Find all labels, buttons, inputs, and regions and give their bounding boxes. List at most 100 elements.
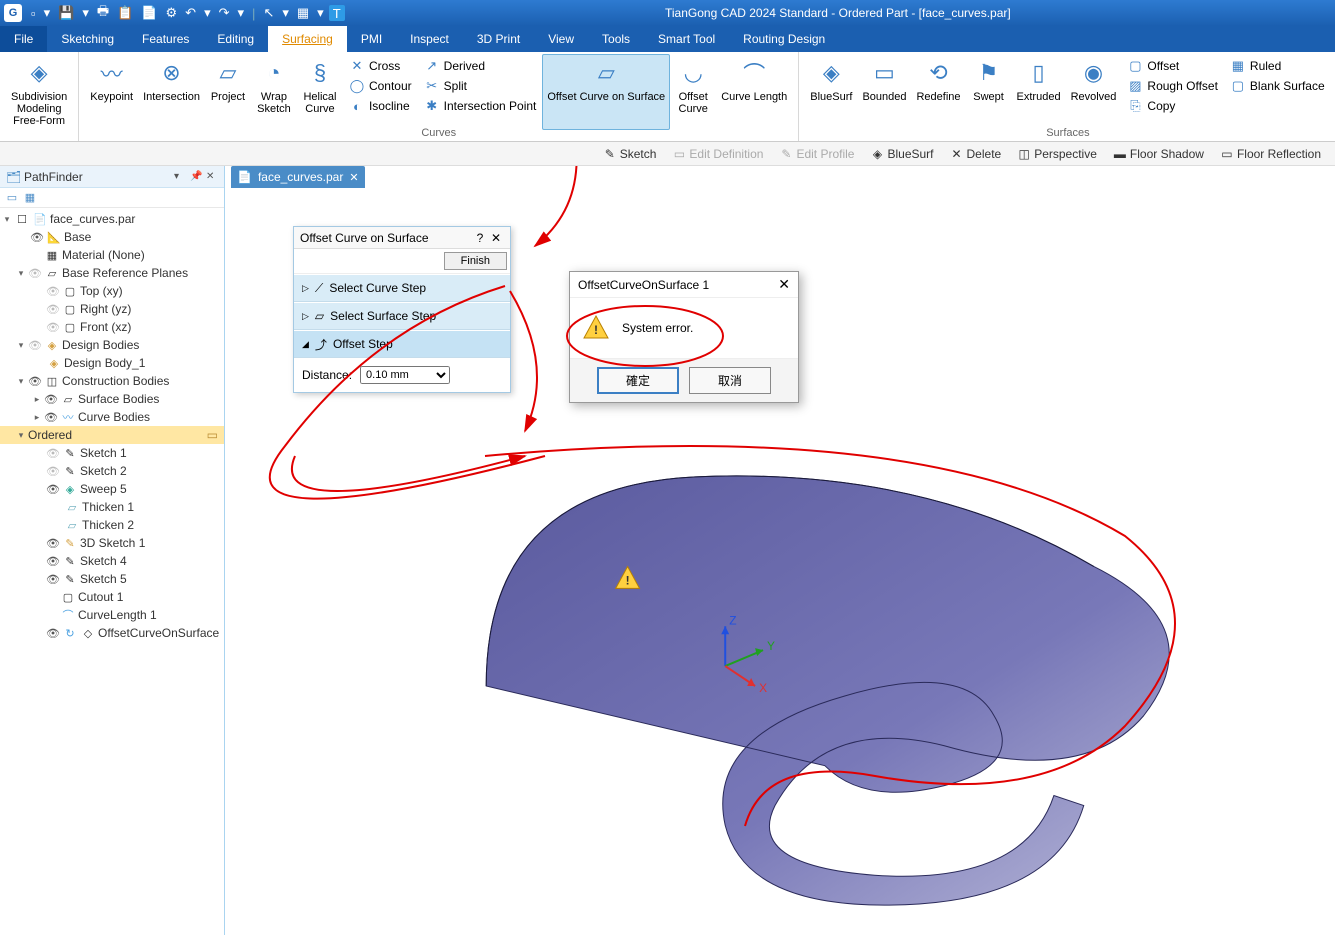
ruled-button[interactable]: ▦Ruled <box>1226 56 1329 76</box>
pf-tb2-icon[interactable]: ▦ <box>22 190 38 206</box>
document-tab[interactable]: 📄 face_curves.par ✕ <box>231 166 365 188</box>
tab-smarttool[interactable]: Smart Tool <box>644 26 729 52</box>
qat-grid-dd-icon[interactable]: ▾ <box>314 3 327 23</box>
tab-pmi[interactable]: PMI <box>347 26 396 52</box>
qat-t-icon[interactable]: T <box>329 5 345 21</box>
viewport[interactable]: 📄 face_curves.par ✕ ! <box>225 166 1335 935</box>
split-button[interactable]: ✂Split <box>420 76 541 96</box>
intersection-point-button[interactable]: ✱Intersection Point <box>420 96 541 116</box>
offset-curve-button[interactable]: ◡Offset Curve <box>670 54 716 130</box>
tree-material[interactable]: ▦Material (None) <box>0 246 224 264</box>
isocline-button[interactable]: ◐Isocline <box>345 96 416 116</box>
tab-sketching[interactable]: Sketching <box>47 26 128 52</box>
qat-save-icon[interactable]: 💾 <box>55 3 77 23</box>
tree-design-body1[interactable]: ◈Design Body_1 <box>0 354 224 372</box>
sub-floor-shadow[interactable]: ▬Floor Shadow <box>1107 145 1210 163</box>
qat-undo-icon[interactable]: ↶ <box>182 3 199 23</box>
tree-thicken2[interactable]: ▱Thicken 2 <box>0 516 224 534</box>
select-curve-step[interactable]: ▷⟋Select Curve Step <box>294 274 510 302</box>
pf-dropdown-icon[interactable]: ▾ <box>174 171 186 183</box>
tree-construction-bodies[interactable]: ▾👁◫Construction Bodies <box>0 372 224 390</box>
tab-features[interactable]: Features <box>128 26 203 52</box>
offset-surf-button[interactable]: ▢Offset <box>1123 56 1222 76</box>
contour-button[interactable]: ◯Contour <box>345 76 416 96</box>
tree-curvelength1[interactable]: ⌒CurveLength 1 <box>0 606 224 624</box>
qat-new-icon[interactable]: ▫ <box>28 4 39 23</box>
pf-tb1-icon[interactable]: ▭ <box>4 190 20 206</box>
dlg-close-icon[interactable]: ✕ <box>778 276 790 293</box>
sub-bluesurf[interactable]: ◈BlueSurf <box>864 145 939 163</box>
tree-3dsketch1[interactable]: 👁✎3D Sketch 1 <box>0 534 224 552</box>
tree-ref-planes[interactable]: ▾👁▱Base Reference Planes <box>0 264 224 282</box>
tree-thicken1[interactable]: ▱Thicken 1 <box>0 498 224 516</box>
tree-top-xy[interactable]: 👁▢Top (xy) <box>0 282 224 300</box>
tree-root[interactable]: ▾☐📄face_curves.par <box>0 210 224 228</box>
sub-floor-reflection[interactable]: ▭Floor Reflection <box>1214 145 1327 163</box>
tree-ordered[interactable]: ▾Ordered▭ <box>0 426 224 444</box>
keypoint-button[interactable]: 〰Keypoint <box>85 54 138 130</box>
intersection-button[interactable]: ⊗Intersection <box>138 54 205 130</box>
redefine-button[interactable]: ⟲Redefine <box>911 54 965 130</box>
surface-body[interactable] <box>486 476 1169 905</box>
offset-curve-on-surface-button[interactable]: ▱Offset Curve on Surface <box>542 54 670 130</box>
tree-sketch1[interactable]: 👁✎Sketch 1 <box>0 444 224 462</box>
sub-delete[interactable]: ✕Delete <box>944 145 1008 163</box>
tree-sketch2[interactable]: 👁✎Sketch 2 <box>0 462 224 480</box>
qat-dropdown2-icon[interactable]: ▾ <box>79 3 92 23</box>
tree-surface-bodies[interactable]: ▸👁▱Surface Bodies <box>0 390 224 408</box>
extruded-button[interactable]: ▯Extruded <box>1012 54 1066 130</box>
pf-pin-icon[interactable]: 📌 <box>190 171 202 183</box>
doc-tab-close-icon[interactable]: ✕ <box>349 171 358 184</box>
wrap-sketch-button[interactable]: ◔Wrap Sketch <box>251 54 297 130</box>
finish-button[interactable]: Finish <box>444 252 507 270</box>
select-surface-step[interactable]: ▷▱Select Surface Step <box>294 302 510 330</box>
qat-settings-icon[interactable]: ⚙ <box>163 3 181 23</box>
tree-sweep5[interactable]: 👁◈Sweep 5 <box>0 480 224 498</box>
tree-design-bodies[interactable]: ▾👁◈Design Bodies <box>0 336 224 354</box>
bluesurf-button[interactable]: ◈BlueSurf <box>805 54 857 130</box>
helical-curve-button[interactable]: §Helical Curve <box>297 54 343 130</box>
qat-grid-icon[interactable]: ▦ <box>294 3 312 23</box>
offset-step[interactable]: ◢⤴Offset Step <box>294 330 510 358</box>
sub-sketch[interactable]: ✎Sketch <box>597 145 663 163</box>
cmd-close-icon[interactable]: ✕ <box>488 230 504 246</box>
sub-perspective[interactable]: ◫Perspective <box>1011 145 1103 163</box>
tree-offsetcurve1[interactable]: 👁↻◇OffsetCurveOnSurface <box>0 624 224 642</box>
qat-copy-icon[interactable]: 📋 <box>114 3 136 23</box>
tab-routing[interactable]: Routing Design <box>729 26 839 52</box>
pf-close-icon[interactable]: ✕ <box>206 171 218 183</box>
derived-button[interactable]: ↗Derived <box>420 56 541 76</box>
distance-input[interactable]: 0.10 mm <box>360 366 450 384</box>
curve-length-button[interactable]: ⌒Curve Length <box>716 54 792 130</box>
tab-inspect[interactable]: Inspect <box>396 26 463 52</box>
tab-3dprint[interactable]: 3D Print <box>463 26 534 52</box>
tree-sketch4[interactable]: 👁✎Sketch 4 <box>0 552 224 570</box>
tab-editing[interactable]: Editing <box>203 26 268 52</box>
tab-tools[interactable]: Tools <box>588 26 644 52</box>
dlg-cancel-button[interactable]: 取消 <box>689 367 771 394</box>
cmd-help-icon[interactable]: ? <box>472 230 488 246</box>
revolved-button[interactable]: ◉Revolved <box>1066 54 1122 130</box>
dlg-ok-button[interactable]: 確定 <box>597 367 679 394</box>
swept-button[interactable]: ⚑Swept <box>966 54 1012 130</box>
tree-base[interactable]: 👁📐Base <box>0 228 224 246</box>
tree-front-xz[interactable]: 👁▢Front (xz) <box>0 318 224 336</box>
tree-sketch5[interactable]: 👁✎Sketch 5 <box>0 570 224 588</box>
qat-cursor-dd-icon[interactable]: ▾ <box>279 3 292 23</box>
qat-dropdown-icon[interactable]: ▾ <box>41 3 54 23</box>
tab-surfacing[interactable]: Surfacing <box>268 26 347 52</box>
project-button[interactable]: ▱Project <box>205 54 251 130</box>
qat-undo-dd-icon[interactable]: ▾ <box>201 3 214 23</box>
qat-cursor-icon[interactable]: ↖ <box>260 3 277 23</box>
bounded-button[interactable]: ▭Bounded <box>857 54 911 130</box>
tab-view[interactable]: View <box>534 26 588 52</box>
qat-print-icon[interactable]: 🖶 <box>94 0 112 26</box>
cross-button[interactable]: ✕Cross <box>345 56 416 76</box>
qat-paste-icon[interactable]: 📄 <box>138 3 160 23</box>
blank-surface-button[interactable]: ▢Blank Surface <box>1226 76 1329 96</box>
tree-cutout1[interactable]: ▢Cutout 1 <box>0 588 224 606</box>
subdivision-button[interactable]: ◈Subdivision Modeling Free-Form <box>6 54 72 142</box>
rough-offset-button[interactable]: ▨Rough Offset <box>1123 76 1222 96</box>
copy-surf-button[interactable]: ⎘Copy <box>1123 96 1222 116</box>
file-menu[interactable]: File <box>0 26 47 52</box>
